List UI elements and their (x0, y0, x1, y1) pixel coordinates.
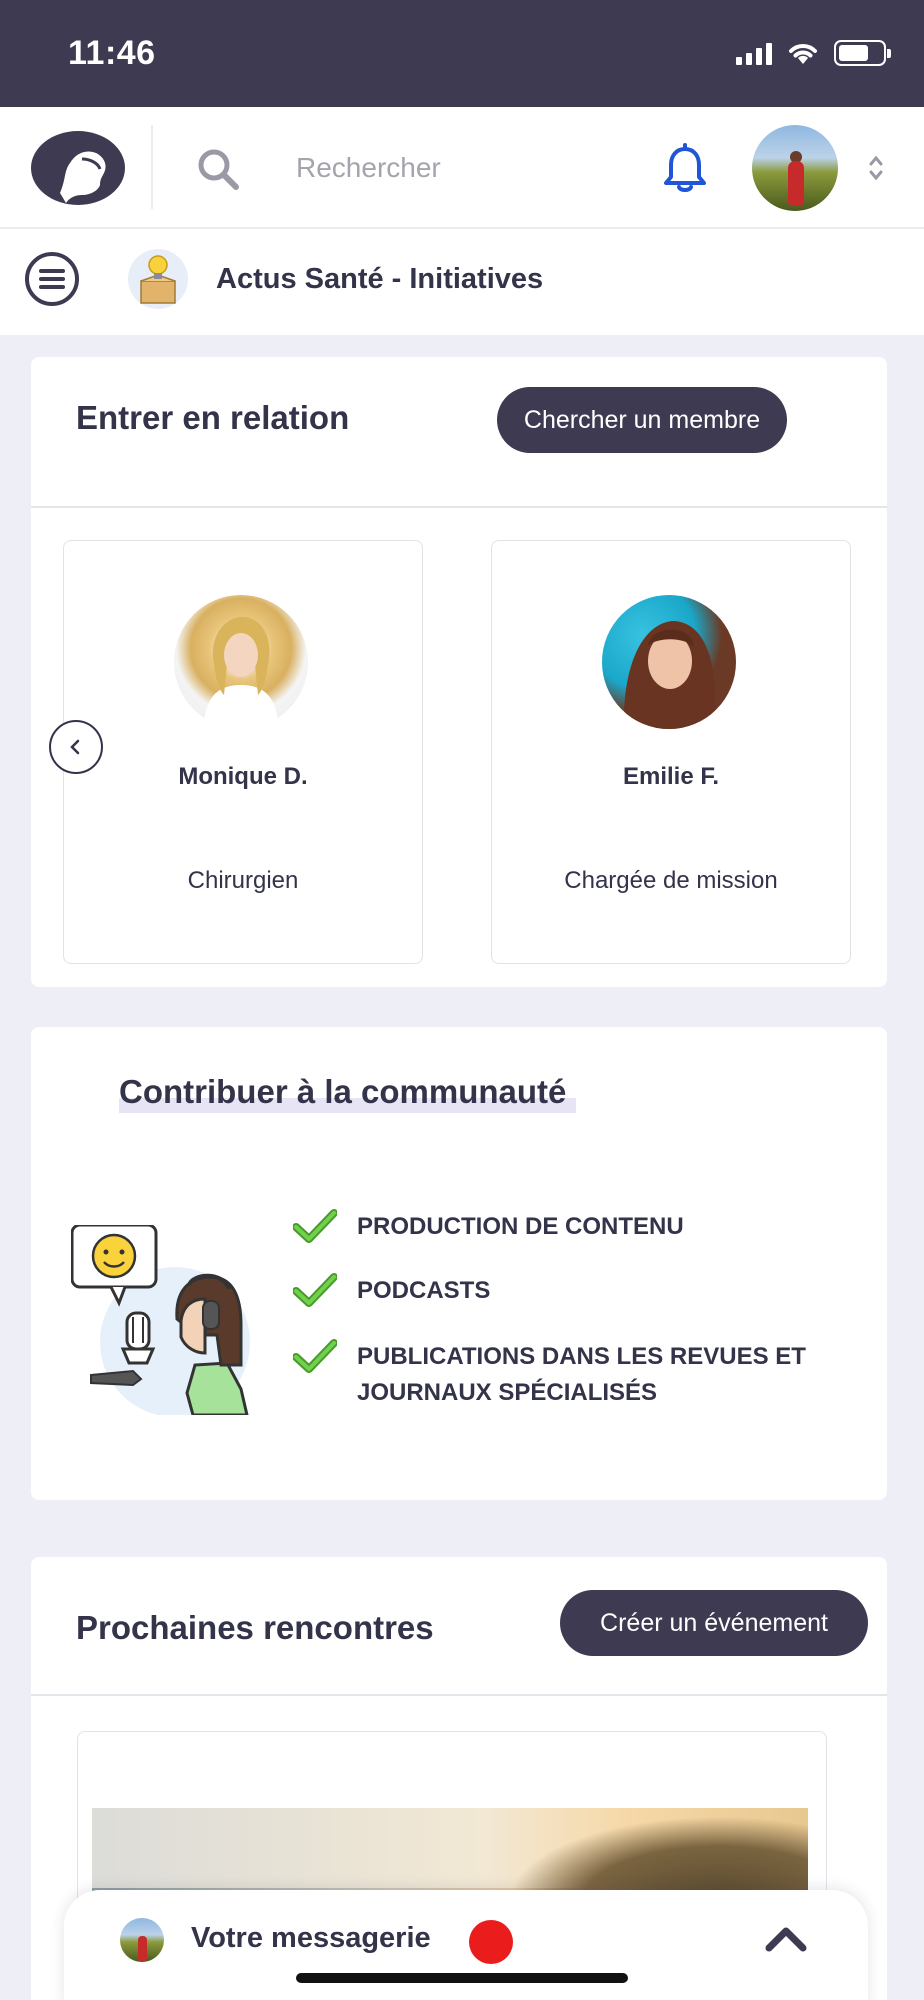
chevron-updown-icon[interactable] (868, 153, 884, 183)
card-divider (31, 1694, 887, 1696)
member-photo (602, 595, 736, 729)
notification-dot (469, 1920, 513, 1964)
check-icon (293, 1273, 337, 1307)
page-title: Actus Santé - Initiatives (216, 263, 544, 295)
check-icon (293, 1339, 337, 1373)
chevron-left-icon (70, 739, 80, 755)
member-name: Emilie F. (622, 763, 720, 790)
create-event-button[interactable]: Créer un événement (560, 1590, 868, 1656)
contribute-title: Contribuer à la communauté (119, 1073, 577, 1113)
status-icons (736, 40, 891, 66)
card-divider (31, 506, 887, 508)
status-bar: 11:46 (0, 0, 924, 107)
member-role: Chargée de mission (564, 867, 778, 894)
top-header (0, 107, 924, 229)
chevron-up-icon[interactable] (764, 1924, 808, 1954)
contribute-item-label: PRODUCTION DE CONTENU (357, 1213, 684, 1240)
search-input[interactable] (296, 145, 596, 191)
sub-header: Actus Santé - Initiatives (0, 229, 924, 335)
member-card[interactable]: Monique D. Chirurgien (63, 540, 423, 964)
contribute-item: PODCASTS (293, 1273, 837, 1309)
contribute-item-label: PODCASTS (357, 1277, 491, 1304)
messaging-bar[interactable]: Votre messagerie (64, 1890, 868, 2000)
podcast-illustration (71, 1225, 250, 1415)
connect-card: Entrer en relation Chercher un membre Mo… (31, 357, 887, 987)
carousel-prev-button[interactable] (49, 720, 103, 774)
battery-icon (834, 40, 891, 66)
member-name: Monique D. (178, 763, 308, 790)
member-role: Chirurgien (187, 867, 299, 894)
status-time: 11:46 (68, 34, 156, 72)
messaging-label: Votre messagerie (191, 1922, 431, 1954)
messaging-avatar (120, 1918, 164, 1962)
events-title: Prochaines rencontres (76, 1609, 434, 1646)
member-photo (174, 595, 308, 729)
search-member-button[interactable]: Chercher un membre (497, 387, 787, 453)
contribute-item-label: PUBLICATIONS DANS LES REVUES ET JOURNAUX… (357, 1343, 806, 1406)
check-icon (293, 1209, 337, 1243)
menu-icon[interactable] (24, 251, 80, 307)
header-divider (151, 125, 153, 209)
user-avatar[interactable] (752, 125, 838, 211)
signal-icon (736, 41, 772, 65)
contribute-card: Contribuer à la communauté PRODUCTION DE… (31, 1027, 887, 1500)
contribute-item: PUBLICATIONS DANS LES REVUES ET JOURNAUX… (293, 1339, 837, 1411)
home-indicator (296, 1973, 628, 1983)
bell-icon[interactable] (660, 143, 710, 195)
lightbulb-box-icon (128, 249, 188, 309)
member-card[interactable]: Emilie F. Chargée de mission (491, 540, 851, 964)
wifi-icon (789, 44, 817, 64)
contribute-item: PRODUCTION DE CONTENU (293, 1209, 837, 1245)
connect-title: Entrer en relation (76, 399, 350, 436)
search-icon[interactable] (196, 147, 240, 191)
logo-icon[interactable] (30, 129, 126, 207)
